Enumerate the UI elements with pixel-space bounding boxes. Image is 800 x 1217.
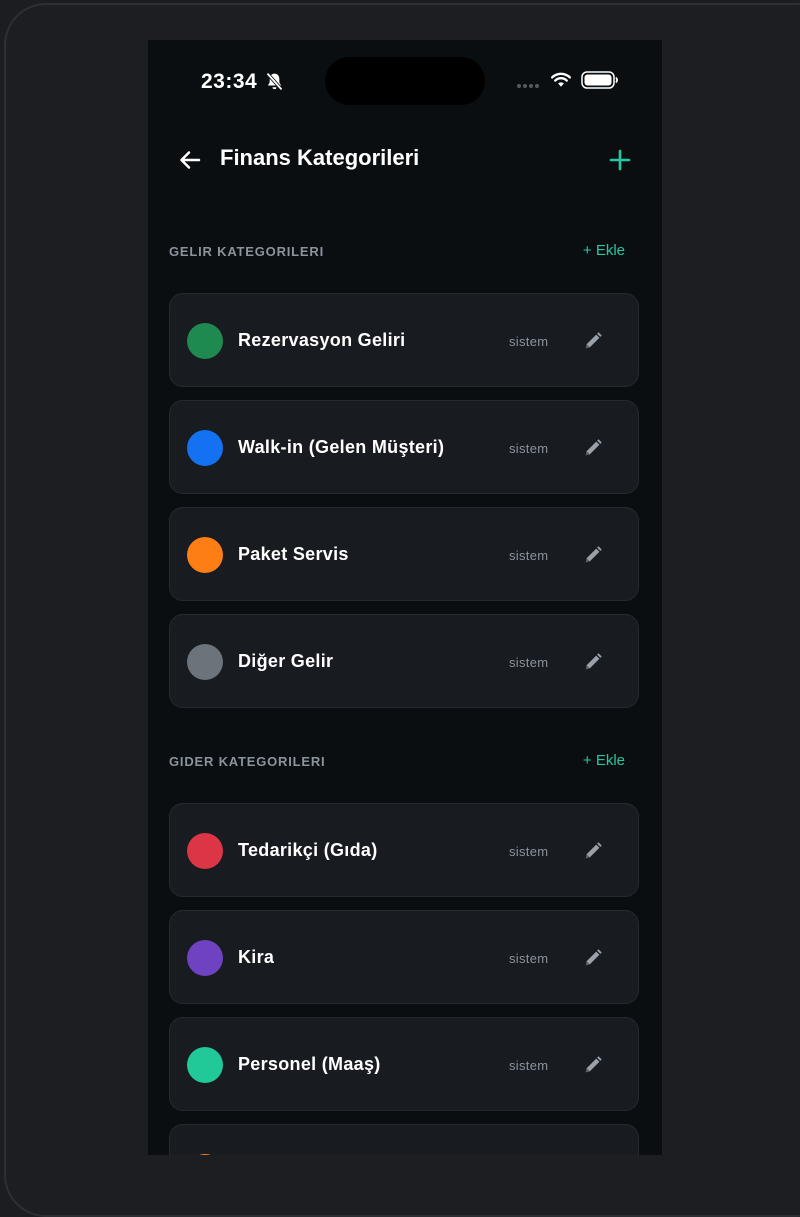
add-category-plus-icon[interactable]	[606, 146, 634, 174]
pencil-icon[interactable]	[582, 544, 604, 566]
category-color-dot	[187, 1154, 223, 1155]
category-card[interactable]: Paket Servis sistem	[169, 507, 639, 601]
status-time: 23:34	[201, 70, 258, 93]
category-name: Personel (Maaş)	[238, 1054, 381, 1074]
wifi-icon	[551, 72, 571, 87]
system-badge: sistem	[509, 844, 549, 859]
category-color-dot	[187, 323, 223, 359]
category-name: Tedarikçi (Gıda)	[238, 840, 378, 860]
system-badge: sistem	[509, 334, 549, 349]
cellular-signal-icon	[517, 84, 541, 102]
app-screen: 23:34 Finans Kategorileri GELIR KATEGORI…	[148, 40, 662, 1155]
category-card[interactable]: Rezervasyon Geliri sistem	[169, 293, 639, 387]
expense-section-title: GIDER KATEGORILERI	[169, 754, 326, 769]
system-badge: sistem	[509, 655, 549, 670]
category-name: Kira	[238, 947, 275, 967]
pencil-icon[interactable]	[582, 1054, 604, 1076]
income-section-header: GELIR KATEGORILERI + Ekle	[169, 242, 641, 262]
category-card[interactable]: Diğer Gelir sistem	[169, 614, 639, 708]
category-card[interactable]: Tedarikçi (Gıda) sistem	[169, 803, 639, 897]
system-badge: sistem	[509, 548, 549, 563]
income-section-title: GELIR KATEGORILERI	[169, 244, 324, 259]
expense-add-button[interactable]: + Ekle	[583, 752, 625, 769]
category-name: Diğer Gelir	[238, 651, 334, 671]
bell-slash-icon	[266, 72, 283, 91]
system-badge: sistem	[509, 441, 549, 456]
pencil-icon[interactable]	[582, 840, 604, 862]
pencil-icon[interactable]	[582, 947, 604, 969]
status-bar: 23:34	[148, 40, 662, 124]
category-name: Paket Servis	[238, 544, 349, 564]
dynamic-island	[325, 57, 485, 105]
category-color-dot	[187, 537, 223, 573]
pencil-icon[interactable]	[582, 330, 604, 352]
category-color-dot	[187, 430, 223, 466]
expense-section-header: GIDER KATEGORILERI + Ekle	[169, 752, 641, 772]
back-arrow-icon[interactable]	[176, 146, 204, 174]
category-color-dot	[187, 940, 223, 976]
income-add-button[interactable]: + Ekle	[583, 242, 625, 259]
category-name: Walk-in (Gelen Müşteri)	[238, 437, 445, 457]
category-card[interactable]: Kira sistem	[169, 910, 639, 1004]
page-title: Finans Kategorileri	[220, 145, 420, 170]
category-color-dot	[187, 833, 223, 869]
pencil-icon[interactable]	[582, 437, 604, 459]
system-badge: sistem	[509, 951, 549, 966]
category-name: Rezervasyon Geliri	[238, 330, 406, 350]
category-card[interactable]: Personel (Maaş) sistem	[169, 1017, 639, 1111]
category-color-dot	[187, 1047, 223, 1083]
category-color-dot	[187, 644, 223, 680]
pencil-icon[interactable]	[582, 651, 604, 673]
category-card[interactable]: Walk-in (Gelen Müşteri) sistem	[169, 400, 639, 494]
system-badge: sistem	[509, 1058, 549, 1073]
app-header: Finans Kategorileri	[148, 140, 662, 180]
battery-icon	[581, 71, 618, 89]
category-card[interactable]: Faturalar (Elektrik/Su/sistem	[169, 1124, 639, 1155]
